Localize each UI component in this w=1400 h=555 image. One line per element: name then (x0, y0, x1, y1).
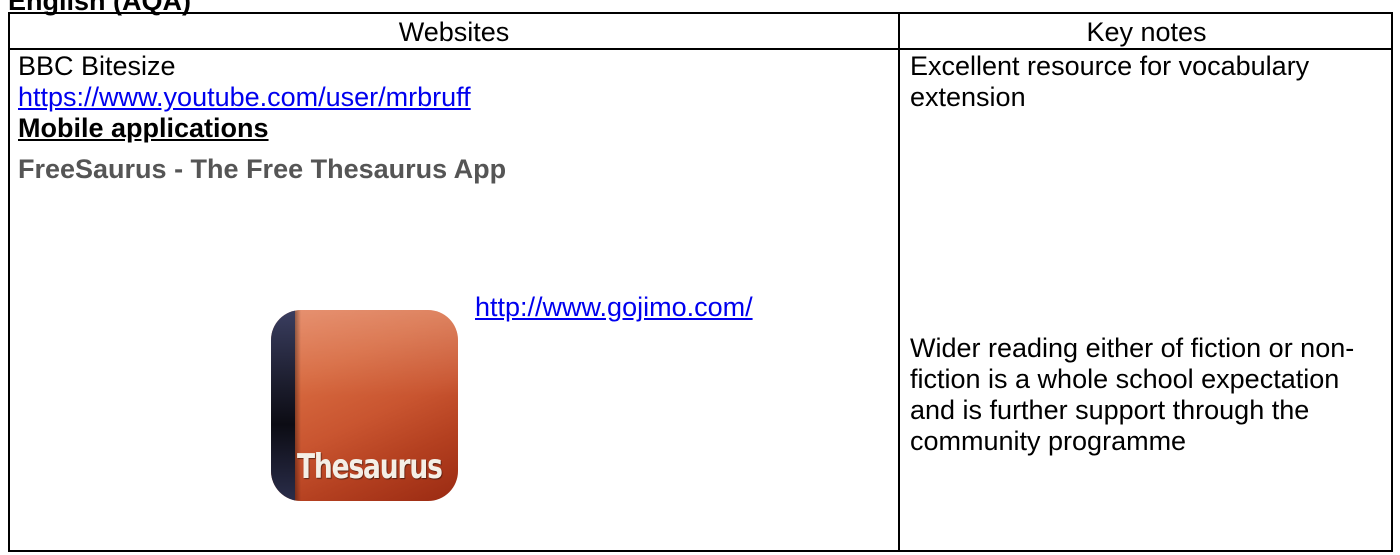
mobile-applications-title: Mobile applications (18, 113, 269, 143)
header-websites: Websites (398, 17, 510, 47)
gojimo-link[interactable]: http://www.gojimo.com/ (475, 292, 753, 322)
key-note-vocabulary: Excellent resource for vocabulary extens… (910, 51, 1310, 112)
websites-cell: BBC Bitesize https://www.youtube.com/use… (18, 51, 890, 185)
header-divider (10, 48, 1391, 50)
key-note-wider-reading: Wider reading either of fiction or non-f… (910, 333, 1355, 456)
header-key-notes: Key notes (1086, 17, 1207, 47)
mrbruff-youtube-link[interactable]: https://www.youtube.com/user/mrbruff (18, 82, 471, 112)
freesaurus-app-name: FreeSaurus - The Free Thesaurus App (18, 154, 507, 184)
bbc-bitesize-text: BBC Bitesize (18, 51, 176, 81)
thesaurus-book-icon: Thesaurus (271, 310, 458, 501)
column-divider (898, 14, 900, 550)
resources-table: Websites Key notes BBC Bitesize https://… (8, 12, 1393, 552)
app-icon-label: Thesaurus (297, 447, 443, 487)
book-spine (271, 310, 295, 501)
